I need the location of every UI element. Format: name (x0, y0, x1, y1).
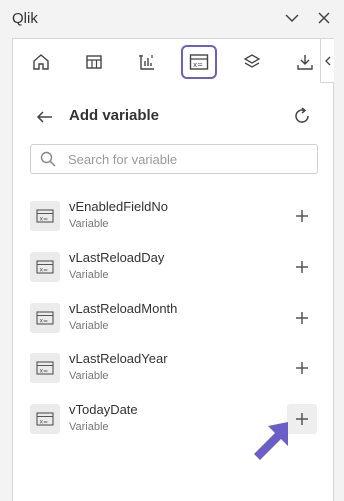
svg-text:x=: x= (40, 216, 49, 223)
download-icon (297, 55, 313, 70)
plus-icon (296, 413, 308, 425)
toolbar-chart-button[interactable] (129, 45, 165, 79)
plus-icon (296, 312, 308, 324)
svg-text:x=: x= (40, 267, 49, 274)
svg-text:x=: x= (40, 368, 49, 375)
toolbar-variable-button[interactable]: x= (181, 45, 217, 79)
toolbar-home-button[interactable] (23, 45, 59, 79)
arrow-left-icon (36, 111, 52, 123)
variable-icon: x= (30, 252, 60, 282)
variable-name: vLastReloadMonth (69, 301, 178, 316)
plus-icon (296, 261, 308, 273)
plus-icon (296, 362, 308, 374)
panel-header: Add variable (13, 99, 333, 135)
pointer-arrow-icon (254, 422, 288, 460)
layers-icon (243, 54, 261, 68)
plus-icon (296, 210, 308, 222)
variable-type: Variable (69, 218, 109, 230)
variable-icon: x= (30, 404, 60, 434)
collapse-panel-button[interactable] (320, 39, 334, 83)
list-item[interactable]: x= vEnabledFieldNo Variable (13, 195, 333, 239)
search-box (30, 144, 318, 174)
toolbar-layers-button[interactable] (234, 45, 270, 79)
variable-icon: x= (30, 353, 60, 383)
svg-text:x=: x= (193, 61, 203, 69)
table-icon (86, 55, 102, 69)
add-variable-button[interactable] (287, 353, 317, 383)
back-button[interactable] (35, 107, 55, 127)
variable-name: vEnabledFieldNo (69, 199, 169, 214)
app-title: Qlik (12, 9, 38, 27)
chevron-down-icon[interactable] (284, 10, 300, 26)
svg-text:x=: x= (40, 419, 49, 426)
list-item[interactable]: x= vLastReloadMonth Variable (13, 297, 333, 341)
svg-text:x=: x= (40, 318, 49, 325)
variable-type: Variable (69, 320, 109, 332)
variable-type: Variable (69, 421, 109, 433)
add-variable-button[interactable] (287, 252, 317, 282)
search-input[interactable] (68, 151, 308, 167)
panel-toolbar: x= (13, 39, 334, 87)
variable-name: vTodayDate (69, 402, 138, 417)
toolbar-download-button[interactable] (287, 45, 323, 79)
variable-icon: x= (30, 303, 60, 333)
variable-icon: x= (189, 54, 209, 70)
toolbar-table-button[interactable] (76, 45, 112, 79)
variable-type: Variable (69, 370, 109, 382)
bar-chart-icon (139, 55, 154, 70)
variable-icon: x= (30, 201, 60, 231)
home-icon (33, 54, 49, 70)
refresh-button[interactable] (291, 105, 313, 127)
close-icon[interactable] (316, 10, 332, 26)
chevron-left-icon (324, 56, 330, 65)
variable-name: vLastReloadDay (69, 250, 165, 265)
variable-type: Variable (69, 269, 109, 281)
page-title: Add variable (69, 107, 160, 124)
list-item[interactable]: x= vLastReloadDay Variable (13, 246, 333, 290)
list-item[interactable]: x= vLastReloadYear Variable (13, 347, 333, 391)
search-icon (40, 151, 56, 167)
add-variable-button[interactable] (287, 201, 317, 231)
add-variable-button[interactable] (287, 303, 317, 333)
refresh-icon (295, 107, 309, 123)
variable-name: vLastReloadYear (69, 351, 168, 366)
